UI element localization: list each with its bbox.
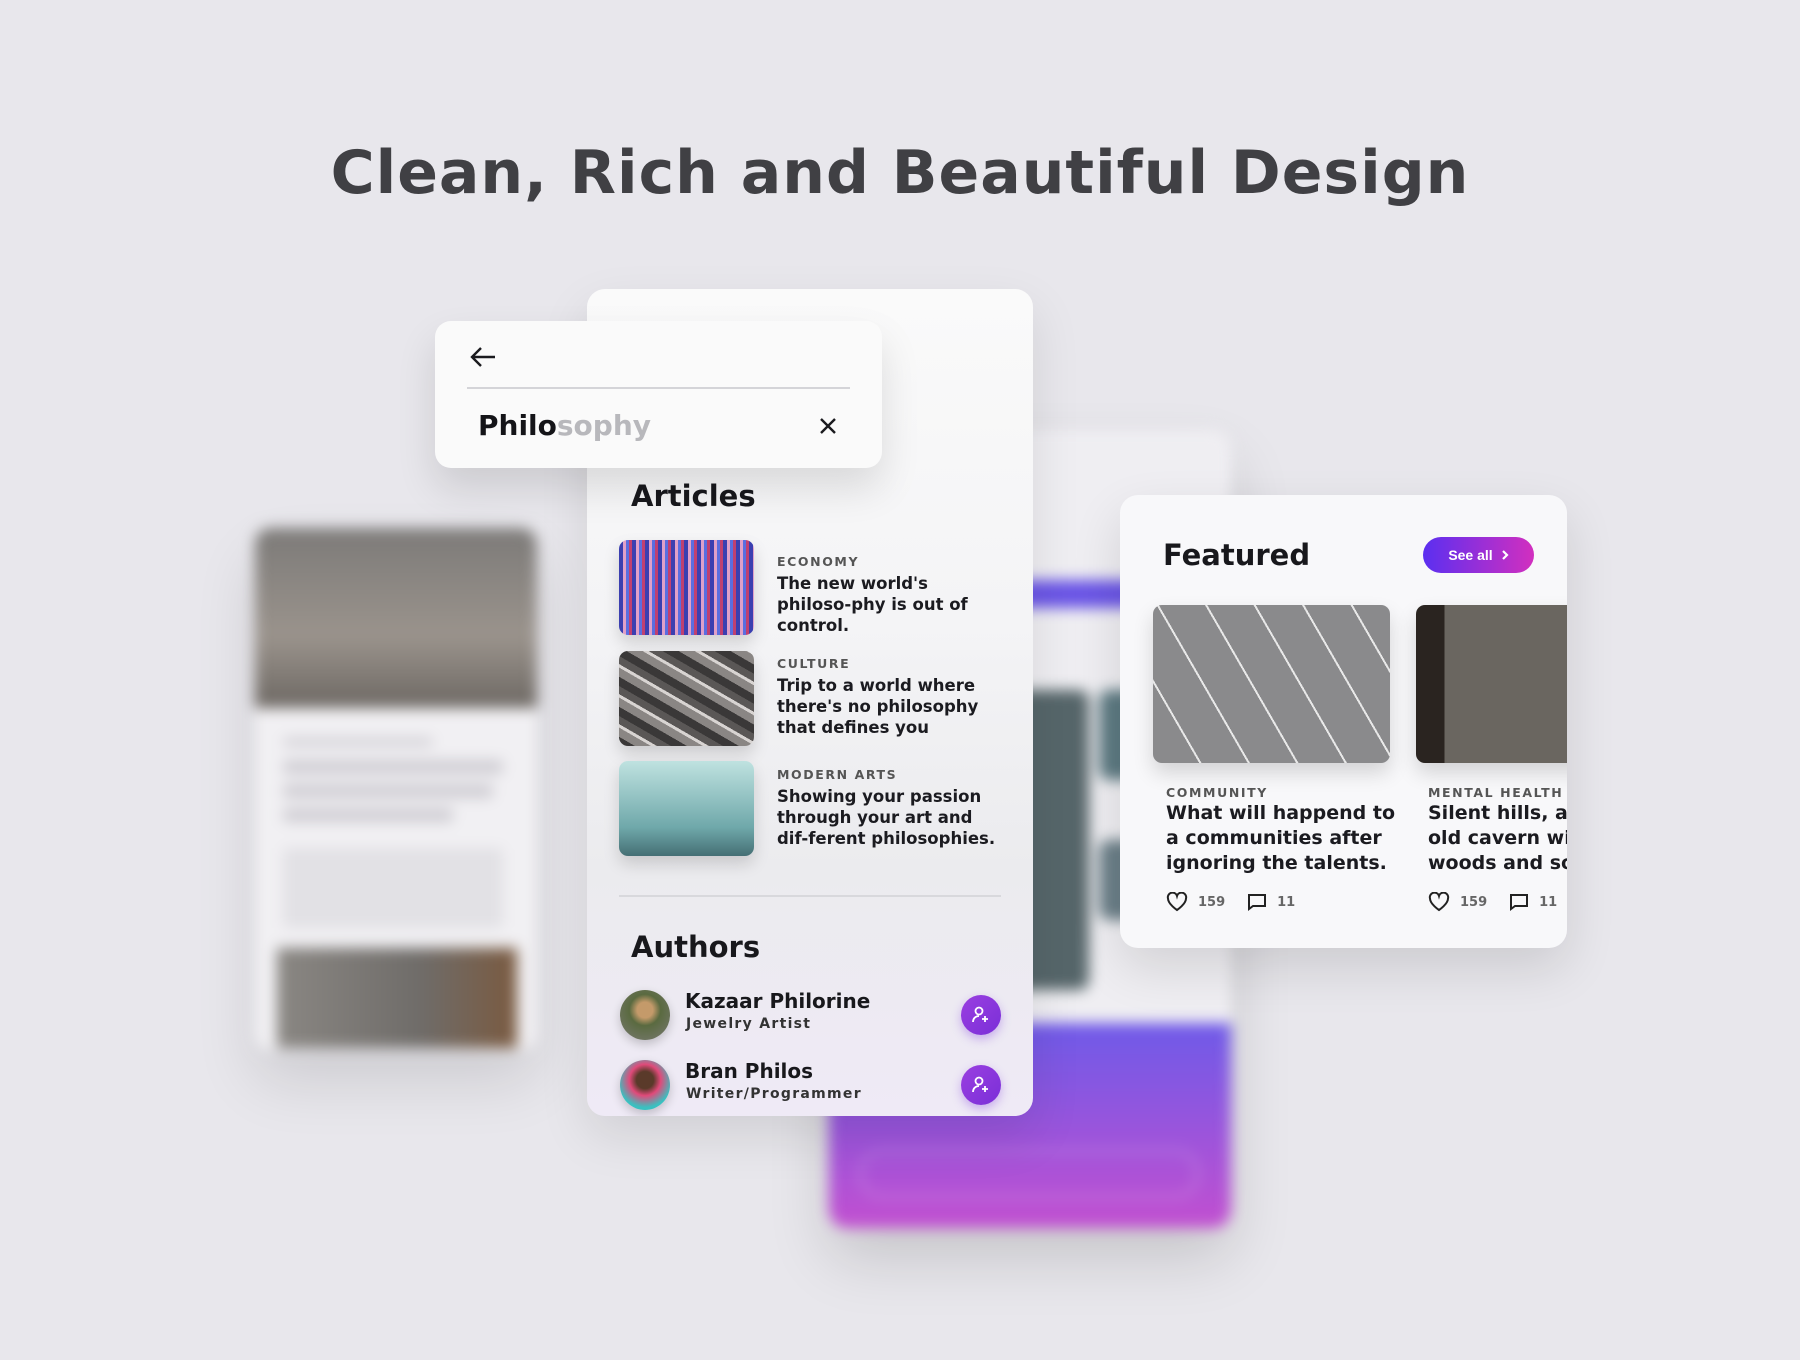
chevron-right-icon: [1501, 550, 1509, 560]
featured-category: COMMUNITY: [1166, 785, 1268, 800]
title-line: What will happend to: [1166, 802, 1396, 824]
add-user-icon: [972, 1076, 988, 1093]
comment-icon[interactable]: [1509, 893, 1529, 911]
comment-icon[interactable]: [1247, 893, 1267, 911]
title-line: a communities after: [1166, 827, 1382, 849]
title-line: Silent hills, and: [1428, 802, 1567, 824]
arrow-left-icon[interactable]: [469, 345, 497, 369]
search-suggestion: sophy: [556, 409, 652, 442]
like-count: 159: [1198, 894, 1226, 910]
add-user-icon: [972, 1006, 988, 1023]
author-role: Writer/Programmer: [686, 1086, 862, 1102]
article-title: Trip to a world where there's no philoso…: [777, 676, 979, 737]
follow-author-button[interactable]: [961, 995, 1001, 1035]
featured-heading: Featured: [1163, 538, 1311, 572]
authors-heading: Authors: [631, 930, 761, 964]
section-divider: [619, 895, 1001, 897]
featured-thumbnail: [1153, 605, 1390, 763]
heart-icon[interactable]: [1166, 892, 1188, 912]
article-category: Economy: [777, 554, 860, 569]
featured-title: Silent hills, and old cavern with woods …: [1428, 801, 1567, 876]
close-icon[interactable]: [819, 417, 837, 435]
author-name: Bran Philos: [685, 1059, 814, 1083]
title-line: old cavern with: [1428, 827, 1567, 849]
article-category: Culture: [777, 656, 851, 671]
search-query: Philo: [478, 409, 557, 442]
search-divider: [467, 387, 850, 389]
article-thumbnail: [619, 761, 754, 856]
articles-heading: Articles: [631, 479, 756, 513]
like-count: 159: [1460, 894, 1488, 910]
avatar: [620, 990, 670, 1040]
heart-icon[interactable]: [1428, 892, 1450, 912]
title-line: ignoring the talents.: [1166, 852, 1387, 874]
search-bar-card: Philosophy: [435, 321, 882, 468]
featured-thumbnail: [1416, 605, 1567, 763]
author-role: Jewelry Artist: [686, 1016, 812, 1032]
comment-count: 11: [1277, 894, 1296, 910]
see-all-label: See all: [1448, 547, 1493, 563]
featured-title: What will happend to a communities after…: [1166, 801, 1396, 876]
follow-author-button[interactable]: [961, 1065, 1001, 1105]
search-input[interactable]: Philosophy: [478, 409, 651, 442]
featured-category: MENTAL HEALTH: [1428, 785, 1564, 800]
article-title: The new world's philoso-phy is out of co…: [777, 574, 968, 635]
background-phone-screen: [255, 528, 537, 1050]
comment-count: 11: [1539, 894, 1558, 910]
article-thumbnail: [619, 540, 754, 635]
see-all-button[interactable]: See all: [1423, 537, 1534, 573]
headline: Clean, Rich and Beautiful Design: [330, 138, 1470, 208]
article-category: Modern Arts: [777, 767, 898, 782]
article-thumbnail: [619, 651, 754, 746]
author-name: Kazaar Philorine: [685, 989, 871, 1013]
article-title: Showing your passion through your art an…: [777, 787, 996, 848]
avatar: [620, 1060, 670, 1110]
featured-card: Featured See all COMMUNITY What will hap…: [1120, 495, 1567, 948]
title-line: woods and som: [1428, 852, 1567, 874]
